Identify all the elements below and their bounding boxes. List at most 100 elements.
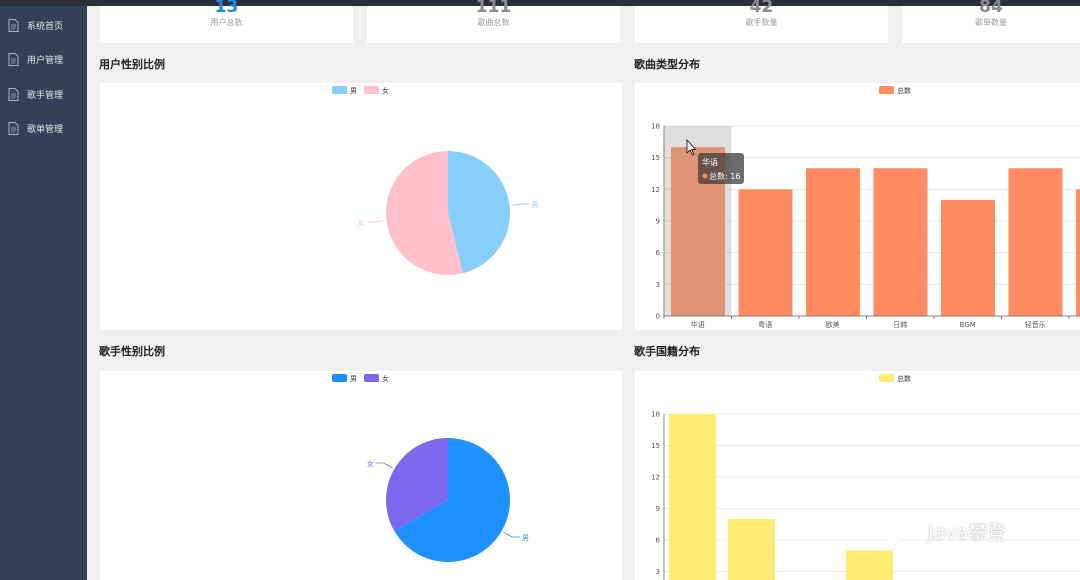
x-tick-label: 华语 — [691, 320, 705, 329]
y-tick-label: 6 — [656, 537, 661, 545]
tooltip-series: 总数: 16 — [709, 171, 740, 181]
watermark-text: Java攀登 — [928, 522, 1007, 544]
bar[interactable] — [738, 189, 793, 316]
bar[interactable] — [806, 168, 860, 316]
legend-label-female[interactable]: 女 — [382, 86, 389, 95]
y-tick-label: 9 — [656, 218, 660, 226]
y-tick-label: 12 — [651, 474, 660, 482]
sidebar-item-label: 用户管理 — [27, 55, 64, 66]
x-tick-label: 粤语 — [758, 320, 772, 329]
sidebar-item-playlists[interactable]: 歌单管理 — [0, 113, 87, 143]
legend-swatch-total[interactable] — [879, 86, 894, 94]
bar[interactable] — [873, 168, 928, 316]
legend-label-male[interactable]: 男 — [350, 87, 357, 95]
stat-label: 歌单数量 — [975, 18, 1007, 27]
y-tick-label: 3 — [656, 281, 660, 289]
y-tick-label: 0 — [656, 313, 660, 321]
sidebar-item-label: 歌手管理 — [27, 90, 64, 101]
document-icon — [8, 52, 19, 66]
singer-gender-chart: 男 女 男女 — [100, 371, 622, 580]
section-title-user-gender: 用户性别比例 — [99, 58, 165, 71]
y-tick-label: 6 — [656, 249, 661, 257]
pie-slices: 男女 — [358, 151, 538, 275]
legend-swatch-total[interactable] — [879, 374, 894, 382]
bar-chart-body: 3 6 9 12 15 18 — [651, 411, 1080, 580]
tooltip: 华语 总数: 16 — [698, 153, 744, 184]
chart-legend: 总数 — [879, 374, 911, 383]
document-icon — [8, 18, 19, 32]
chart-legend: 总数 — [879, 86, 911, 95]
watermark: Java攀登 — [880, 518, 1006, 545]
y-tick-label: 3 — [656, 568, 660, 576]
pie-label: 女 — [358, 218, 365, 227]
pie-label: 女 — [367, 459, 374, 468]
pie-label-line — [503, 531, 521, 538]
pie-label-line — [366, 220, 385, 223]
stat-card-songs: 111 歌曲总数 — [367, 0, 620, 43]
legend-label-female[interactable]: 女 — [382, 374, 389, 383]
pie-label: 男 — [531, 201, 538, 209]
legend-label-male[interactable]: 男 — [350, 375, 357, 383]
sidebar-item-label: 系统首页 — [27, 21, 64, 32]
sidebar-item-singers[interactable]: 歌手管理 — [0, 79, 87, 109]
stat-card-playlists: 84 歌单数量 — [902, 0, 1080, 43]
stat-card-users: 13 用户总数 — [100, 0, 353, 43]
stat-value: 13 — [214, 0, 239, 17]
legend-swatch-female[interactable] — [364, 374, 379, 382]
legend-label-total[interactable]: 总数 — [897, 86, 911, 95]
sidebar-item-users[interactable]: 用户管理 — [0, 44, 87, 74]
x-tick-label: BGM — [960, 321, 976, 329]
tooltip-marker — [702, 173, 708, 179]
singer-gender-chart-svg: 男 女 男女 — [332, 374, 529, 562]
pie-label: 男 — [522, 534, 529, 542]
y-tick-label: 18 — [651, 123, 660, 131]
sidebar-item-home[interactable]: 系统首页 — [0, 10, 87, 40]
pie-slices: 男女 — [367, 438, 529, 562]
chart-legend: 男 女 — [332, 374, 389, 383]
y-tick-label: 9 — [656, 505, 660, 513]
singer-country-chart: 总数 3 6 9 12 15 18 — [635, 371, 1080, 580]
bar[interactable] — [728, 519, 775, 580]
stat-label: 歌曲总数 — [477, 18, 510, 27]
legend-swatch-female[interactable] — [364, 86, 379, 94]
x-tick-label: 欧美 — [826, 320, 840, 329]
song-types-chart: 总数 0 3 6 9 12 15 18 华语 粤语 欧美 日韩 BGM 轻音乐 华语 总数: 16 — [635, 83, 1080, 330]
bar[interactable] — [941, 199, 995, 316]
x-tick-label: 轻音乐 — [1025, 320, 1046, 329]
stat-label: 用户总数 — [210, 18, 243, 27]
user-gender-chart-svg: 男 女 男女 — [332, 86, 538, 275]
legend-label-total[interactable]: 总数 — [897, 374, 911, 383]
section-title-song-types: 歌曲类型分布 — [634, 58, 700, 71]
chart-legend: 男 女 — [332, 86, 389, 95]
main-content: 13 用户总数 111 歌曲总数 42 歌手数量 84 歌单数量 用户性别比例 … — [87, 0, 1080, 580]
user-gender-chart: 男 女 男女 — [100, 83, 622, 330]
tooltip-title: 华语 — [702, 157, 718, 167]
legend-swatch-male[interactable] — [332, 374, 347, 382]
stat-value: 111 — [475, 0, 512, 17]
y-tick-label: 18 — [651, 411, 660, 419]
y-tick-label: 12 — [651, 186, 660, 194]
pie-label-line — [375, 462, 393, 469]
bar[interactable] — [846, 550, 893, 580]
song-types-chart-svg: 总数 0369121518华语 粤语 欧美 日韩 BGM 轻音乐 华语 总数: 16 — [651, 86, 1080, 329]
stat-value: 42 — [749, 0, 774, 17]
bar[interactable] — [669, 414, 716, 580]
document-icon — [8, 121, 19, 135]
stat-label: 歌手数量 — [745, 18, 778, 27]
section-title-singer-country: 歌手国籍分布 — [634, 345, 700, 358]
bar[interactable] — [1008, 168, 1063, 316]
singer-country-chart-svg: 总数 3 6 9 12 15 18 — [651, 374, 1080, 580]
document-icon — [8, 87, 19, 101]
legend-swatch-male[interactable] — [332, 86, 347, 94]
section-title-singer-gender: 歌手性别比例 — [99, 345, 165, 358]
x-tick-label: 日韩 — [893, 320, 907, 329]
pie-label-line — [511, 203, 530, 206]
stat-card-singers: 42 歌手数量 — [635, 0, 888, 43]
sidebar-item-label: 歌单管理 — [27, 124, 64, 135]
y-tick-label: 15 — [651, 154, 660, 162]
y-tick-label: 15 — [651, 442, 660, 450]
wechat-icon — [881, 519, 918, 544]
sidebar: 系统首页 用户管理 歌手管理 歌单管理 — [0, 6, 87, 580]
bar[interactable] — [1076, 189, 1080, 316]
stat-value: 84 — [979, 0, 1003, 17]
